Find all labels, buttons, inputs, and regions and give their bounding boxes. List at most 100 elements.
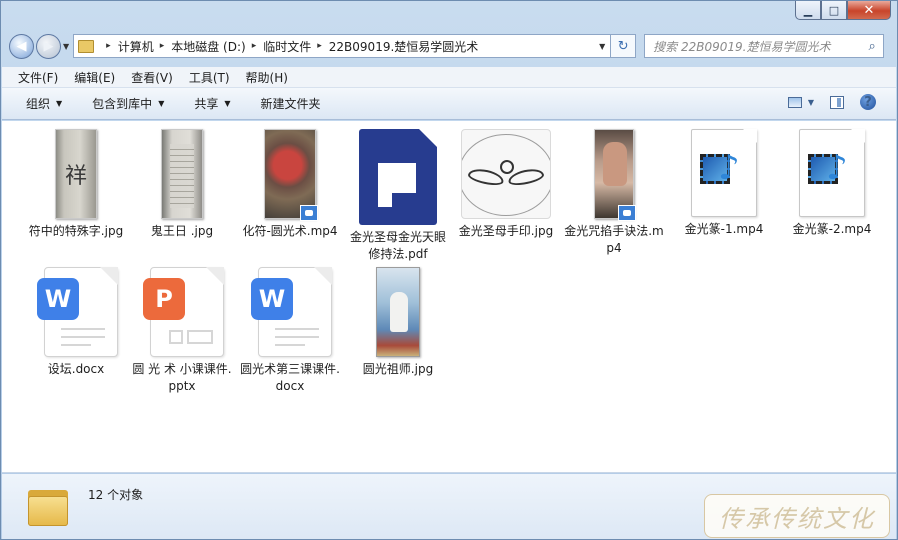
file-item[interactable]: W 圆光术第三课课件.docx <box>240 267 340 395</box>
image-thumbnail <box>461 129 551 219</box>
breadcrumb-current-folder[interactable]: 22B09019.楚恒易学圆光术 <box>329 38 479 55</box>
refresh-icon[interactable]: ↻ <box>611 34 637 58</box>
file-name: 化符-圆光术.mp4 <box>242 224 338 238</box>
file-item[interactable]: ♪ 金光篆-1.mp4 <box>674 129 774 238</box>
new-folder-label: 新建文件夹 <box>260 97 321 111</box>
search-icon[interactable]: ⌕ <box>861 39 883 54</box>
file-item[interactable]: W 设坛.docx <box>26 267 126 378</box>
file-item[interactable]: 金光咒掐手诀法.mp4 <box>564 129 664 257</box>
recent-pages-dropdown[interactable]: ▼ <box>63 42 69 51</box>
thumbnail-text-lines <box>170 144 194 208</box>
breadcrumb-separator[interactable]: ▸ <box>160 41 165 51</box>
minimize-button[interactable]: ▁ <box>795 1 821 20</box>
powerpoint-badge-icon: P <box>143 278 185 320</box>
file-item[interactable]: 鬼王日 .jpg <box>132 129 232 240</box>
word-badge-icon: W <box>251 278 293 320</box>
file-name: 鬼王日 .jpg <box>150 224 214 238</box>
music-note-icon: ♪ <box>718 148 740 188</box>
organize-button[interactable]: 组织 ▼ <box>26 95 62 112</box>
pptx-icon: P <box>143 267 224 357</box>
watermark-stamp: 传承传统文化 <box>704 494 890 538</box>
file-item[interactable]: 金光圣母手印.jpg <box>456 129 556 240</box>
new-folder-button[interactable]: 新建文件夹 <box>261 95 321 112</box>
menu-help[interactable]: 帮助(H) <box>246 69 288 86</box>
file-name: 金光圣母金光天眼修持法.pdf <box>349 230 446 261</box>
file-item[interactable]: ♪ 金光篆-2.mp4 <box>782 129 882 238</box>
doc-line <box>275 344 305 346</box>
share-button[interactable]: 共享 ▼ <box>194 95 230 112</box>
menu-bar: 文件(F) 编辑(E) 查看(V) 工具(T) 帮助(H) <box>2 67 896 88</box>
mudra-fingers <box>500 160 514 174</box>
organize-label: 组织 <box>26 97 51 111</box>
doc-line <box>61 336 105 338</box>
file-name: 金光圣母手印.jpg <box>458 224 554 238</box>
file-name: 金光咒掐手诀法.mp4 <box>564 224 664 255</box>
breadcrumb-computer[interactable]: 计算机 <box>118 38 154 55</box>
slide-shape <box>169 330 183 344</box>
folder-icon <box>28 486 68 526</box>
menu-tools[interactable]: 工具(T) <box>189 69 230 86</box>
file-name: 圆光祖师.jpg <box>362 362 434 376</box>
view-options-dropdown[interactable]: ▼ <box>808 98 814 107</box>
view-controls: ▼ ? <box>772 94 876 110</box>
video-thumbnail <box>264 129 318 221</box>
caption-buttons: ▁ □ ✕ <box>795 1 891 20</box>
video-badge-icon <box>618 205 636 221</box>
menu-edit[interactable]: 编辑(E) <box>74 69 115 86</box>
thumbnail-glyph: 祥 <box>64 164 87 189</box>
file-item[interactable]: 祥 符中的特殊字.jpg <box>26 129 126 240</box>
address-dropdown[interactable]: ▼ <box>594 42 610 51</box>
file-item[interactable]: P 圆 光 术 小课课件.pptx <box>132 267 232 395</box>
preview-pane-icon[interactable] <box>830 95 844 109</box>
search-input[interactable]: 搜索 22B09019.楚恒易学圆光术 ⌕ <box>644 34 885 58</box>
forward-button[interactable]: ▶ <box>36 33 61 59</box>
chevron-down-icon: ▼ <box>56 99 63 108</box>
file-name: 圆 光 术 小课课件.pptx <box>132 362 232 393</box>
address-bar[interactable]: ▸ 计算机 ▸ 本地磁盘 (D:) ▸ 临时文件 ▸ 22B09019.楚恒易学… <box>73 34 612 58</box>
folder-icon <box>78 39 95 53</box>
file-name: 金光篆-1.mp4 <box>684 222 764 236</box>
music-note-icon: ♪ <box>826 148 848 188</box>
breadcrumb-separator[interactable]: ▸ <box>317 41 322 51</box>
slide-shape <box>187 330 213 344</box>
word-badge-icon: W <box>37 278 79 320</box>
include-in-library-button[interactable]: 包含到库中 ▼ <box>92 95 164 112</box>
folder-front <box>28 496 68 526</box>
back-button[interactable]: ◀ <box>9 33 34 59</box>
breadcrumb-separator[interactable]: ▸ <box>106 41 111 51</box>
file-item[interactable]: 金光圣母金光天眼修持法.pdf <box>348 129 448 263</box>
file-name: 符中的特殊字.jpg <box>28 224 124 238</box>
file-item[interactable]: 圆光祖师.jpg <box>348 267 448 378</box>
file-name: 圆光术第三课课件.docx <box>240 362 340 393</box>
pdf-logo-mark <box>378 163 416 193</box>
media-file-icon: ♪ <box>691 129 757 217</box>
change-view-icon[interactable] <box>787 96 802 108</box>
item-count: 12 个对象 <box>88 488 144 502</box>
video-thumbnail <box>594 129 636 221</box>
menu-file[interactable]: 文件(F) <box>18 69 58 86</box>
maximize-button[interactable]: □ <box>821 1 847 20</box>
breadcrumb-separator[interactable]: ▸ <box>252 41 257 51</box>
breadcrumb-local-disk[interactable]: 本地磁盘 (D:) <box>171 38 245 55</box>
explorer-window: ▁ □ ✕ ◀ ▶ ▼ ▸ 计算机 ▸ 本地磁盘 (D:) ▸ 临时文件 ▸ 2… <box>0 0 898 540</box>
image-thumbnail: 祥 <box>55 129 97 219</box>
file-item[interactable]: 化符-圆光术.mp4 <box>240 129 340 240</box>
command-bar: 组织 ▼ 包含到库中 ▼ 共享 ▼ 新建文件夹 ▼ ? <box>2 88 896 120</box>
doc-line <box>61 328 105 330</box>
docx-icon: W <box>37 267 118 357</box>
media-file-icon: ♪ <box>799 129 865 217</box>
breadcrumb-temp-files[interactable]: 临时文件 <box>263 38 311 55</box>
image-thumbnail <box>161 129 203 219</box>
chevron-down-icon: ▼ <box>158 99 165 108</box>
file-name: 金光篆-2.mp4 <box>792 222 872 236</box>
docx-icon: W <box>251 267 332 357</box>
hand-shape <box>603 142 627 186</box>
doc-line <box>275 336 319 338</box>
close-button[interactable]: ✕ <box>847 1 891 20</box>
status-bar: 12 个对象 传承传统文化 <box>2 474 896 539</box>
menu-view[interactable]: 查看(V) <box>131 69 173 86</box>
search-placeholder: 搜索 22B09019.楚恒易学圆光术 <box>653 39 831 54</box>
help-icon[interactable]: ? <box>860 94 876 110</box>
pdf-logo-mark <box>378 193 392 207</box>
include-in-library-label: 包含到库中 <box>92 97 153 111</box>
